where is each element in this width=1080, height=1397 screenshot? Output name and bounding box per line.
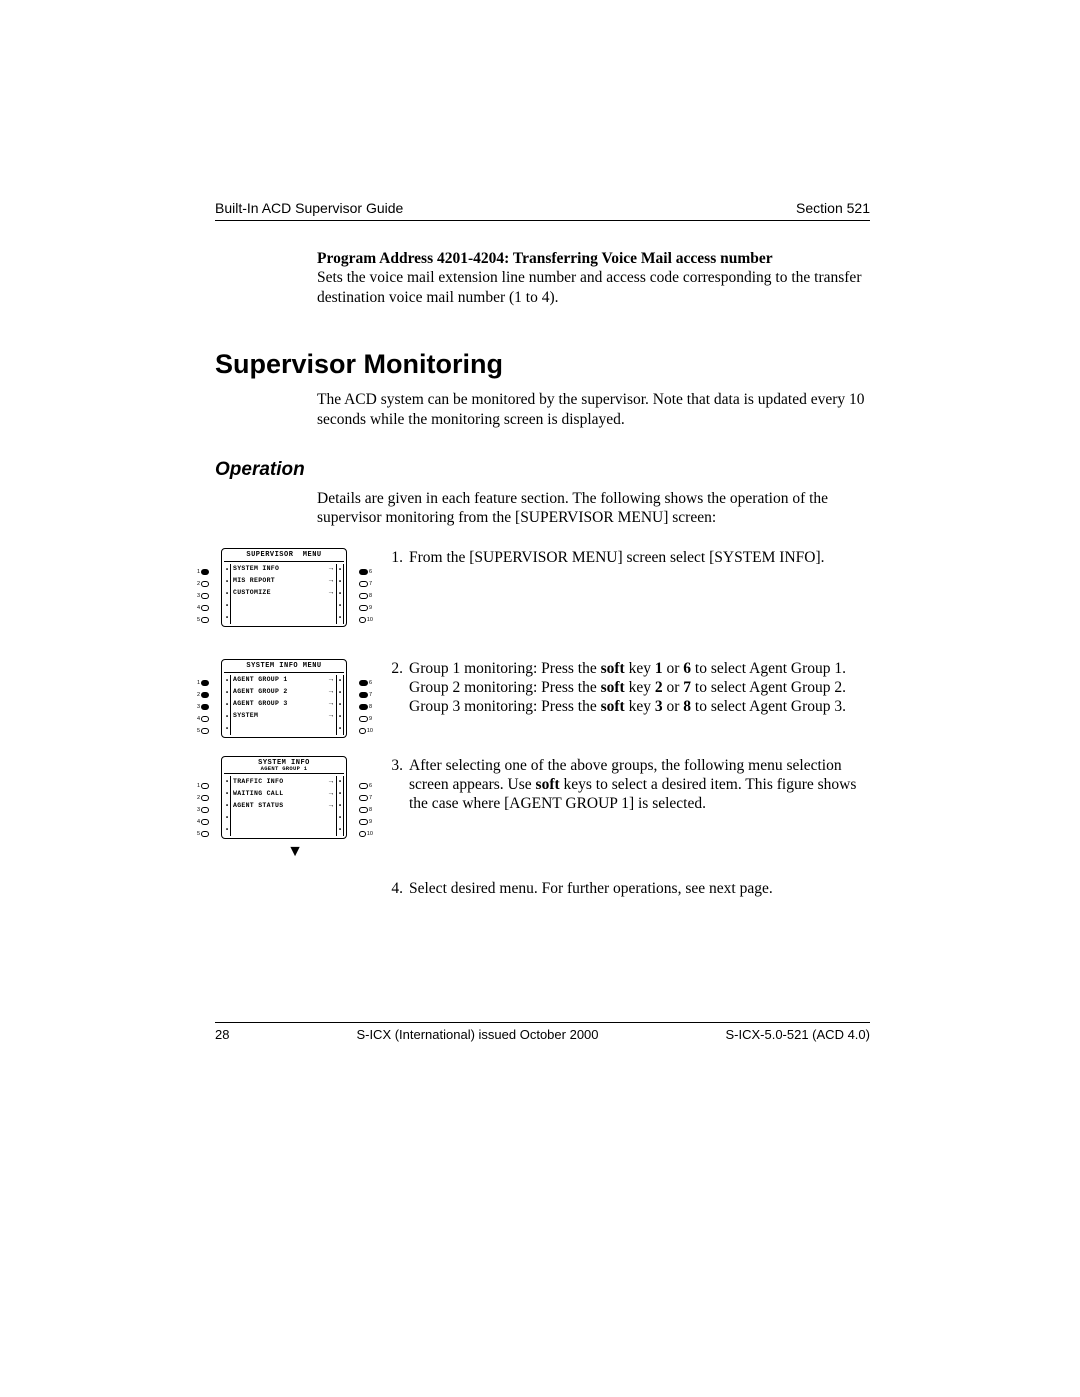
section-intro: The ACD system can be monitored by the s…	[317, 390, 870, 429]
step-2: 1 2 3 4 5 SYSTEM INFO MENU •AGENT GROUP …	[215, 659, 870, 738]
diagram1-title: SUPERVISOR MENU	[224, 552, 344, 562]
diagram2-right-leds: 6 7 8 9 10	[359, 677, 373, 737]
system-info-menu-diagram: SYSTEM INFO MENU •AGENT GROUP 1→• •AGENT…	[221, 659, 347, 738]
page-footer: 28 S-ICX (International) issued October …	[215, 1022, 870, 1042]
step1-num: 1.	[381, 548, 409, 567]
step4-num: 4.	[381, 879, 409, 898]
system-info-diagram: SYSTEM INFO AGENT GROUP 1 •TRAFFIC INFO→…	[221, 756, 347, 840]
page-header: Built-In ACD Supervisor Guide Section 52…	[215, 200, 870, 221]
step-1: 1 2 3 4 5 SUPERVISOR MENU •SYSTEM INFO→•…	[215, 548, 870, 627]
supervisor-menu-diagram: SUPERVISOR MENU •SYSTEM INFO→• •MIS REPO…	[221, 548, 347, 627]
document-page: Built-In ACD Supervisor Guide Section 52…	[0, 0, 1080, 1397]
step3-text: After selecting one of the above groups,…	[409, 756, 870, 814]
footer-page: 28	[215, 1027, 229, 1042]
diagram3-subtitle: AGENT GROUP 1	[224, 766, 344, 775]
program-address-block: Program Address 4201-4204: Transferring …	[317, 249, 870, 307]
step-3: 1 2 3 4 5 SYSTEM INFO AGENT GROUP 1 •TRA…	[215, 756, 870, 862]
step3-num: 3.	[381, 756, 409, 814]
diagram3-right-leds: 6 7 8 9 10	[359, 780, 373, 840]
section-heading: Supervisor Monitoring	[215, 349, 870, 380]
step2-num: 2.	[381, 659, 409, 717]
program-body: Sets the voice mail extension line numbe…	[317, 269, 861, 305]
operation-intro: Details are given in each feature sectio…	[317, 489, 870, 528]
footer-center: S-ICX (International) issued October 200…	[356, 1027, 598, 1042]
step4-text: Select desired menu. For further operati…	[409, 879, 773, 898]
footer-right: S-ICX-5.0-521 (ACD 4.0)	[725, 1027, 870, 1042]
down-arrow-icon: ▼	[215, 843, 375, 861]
operation-heading: Operation	[215, 459, 870, 481]
step-4: 4. Select desired menu. For further oper…	[215, 879, 870, 898]
diagram2-title: SYSTEM INFO MENU	[224, 663, 344, 673]
diagram1-right-leds: 6 7 8 9 10	[359, 566, 373, 626]
step2-text: Group 1 monitoring: Press the soft key 1…	[409, 659, 846, 717]
header-right: Section 521	[796, 200, 870, 216]
diagram3-left-leds: 1 2 3 4 5	[197, 780, 209, 840]
header-left: Built-In ACD Supervisor Guide	[215, 200, 403, 216]
program-title: Program Address 4201-4204: Transferring …	[317, 250, 773, 267]
diagram1-left-leds: 1 2 3 4 5	[197, 566, 209, 626]
step1-text: From the [SUPERVISOR MENU] screen select…	[409, 548, 825, 567]
diagram2-left-leds: 1 2 3 4 5	[197, 677, 209, 737]
